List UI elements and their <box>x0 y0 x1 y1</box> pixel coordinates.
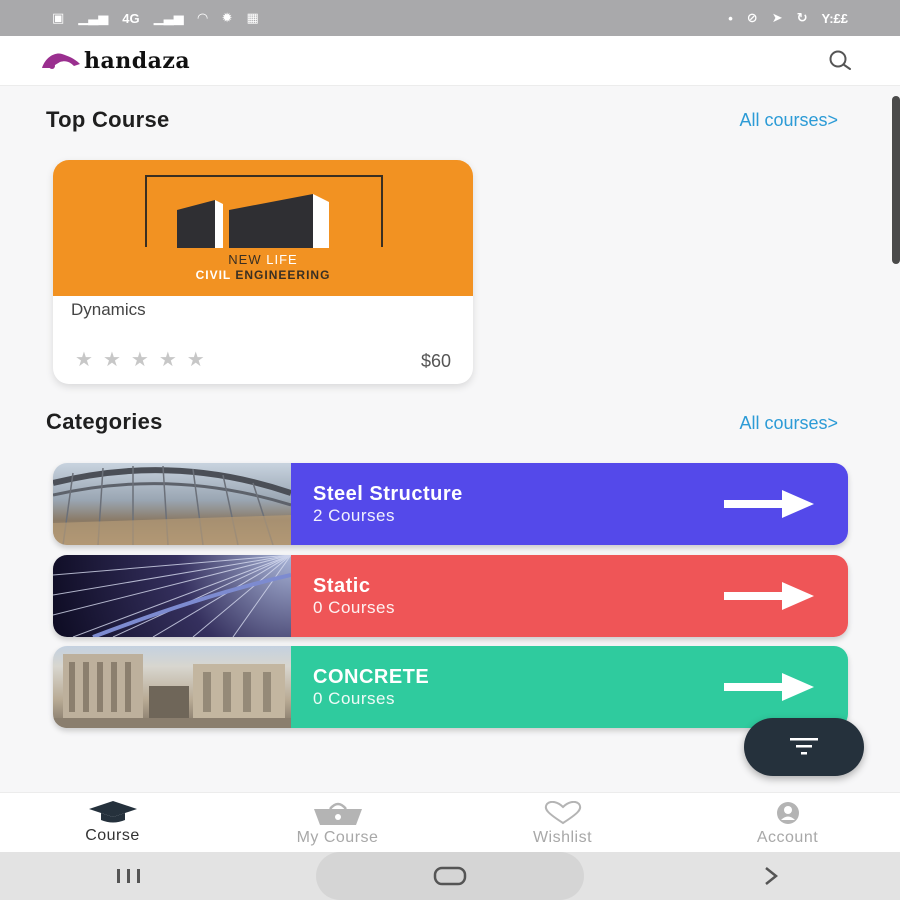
course-card[interactable]: NEW LIFE CIVIL ENGINEERING Dynamics ★ ★ … <box>53 160 473 384</box>
settings-icon: ✹ <box>221 10 233 25</box>
category-count: 0 Courses <box>313 598 395 617</box>
category-count: 0 Courses <box>313 689 395 708</box>
telegram-icon: ➤ <box>771 10 783 25</box>
top-course-title: Top Course <box>46 107 170 132</box>
category-concrete[interactable]: CONCRETE 0 Courses <box>53 646 848 728</box>
signal-icon: ▁▃▅ <box>78 10 109 25</box>
category-count: 2 Courses <box>313 506 395 525</box>
top-course-all-link[interactable]: All courses> <box>739 110 838 131</box>
category-image <box>53 555 291 637</box>
recents-button[interactable] <box>59 856 199 896</box>
wifi-icon: ◠ <box>197 10 208 25</box>
nav-label: Account <box>756 829 819 846</box>
heart-icon <box>544 801 581 825</box>
category-steel-structure[interactable]: Steel Structure 2 Courses <box>53 463 848 545</box>
app-logo[interactable]: handaza <box>40 48 190 74</box>
course-rating: ★ ★ ★ ★ ★ <box>75 350 205 370</box>
thumbnail-line-2: CIVIL ENGINEERING <box>195 268 331 282</box>
star-icon: ★ <box>158 349 177 371</box>
concrete-image <box>53 654 291 728</box>
status-left-icons: ▣ ▁▃▅ 4G ▁▃▅ ◠ ✹ ▦ <box>52 10 259 26</box>
recents-icon <box>116 869 140 883</box>
nav-my-course[interactable]: My Course <box>225 793 450 852</box>
bottom-navigation: Course My Course Wishlist Account <box>0 792 900 852</box>
course-thumbnail: NEW LIFE CIVIL ENGINEERING <box>53 160 473 296</box>
filter-icon <box>790 738 818 755</box>
thumbnail-line-1: NEW LIFE <box>228 252 298 267</box>
nav-label: Wishlist <box>532 829 593 846</box>
course-name: Dynamics <box>71 300 146 319</box>
category-info: CONCRETE 0 Courses <box>291 646 848 728</box>
nav-label: Course <box>85 827 140 844</box>
signal-icon: ▁▃▅ <box>153 10 184 25</box>
category-info: Steel Structure 2 Courses <box>291 463 848 545</box>
star-icon: ★ <box>75 349 93 371</box>
arrow-right-icon <box>724 673 814 701</box>
filter-button[interactable] <box>744 718 864 776</box>
logo-hat-icon <box>42 53 80 69</box>
back-icon <box>765 867 779 885</box>
shopping-basket-icon <box>313 802 362 825</box>
category-static[interactable]: Static 0 Courses <box>53 555 848 637</box>
category-image <box>53 646 291 728</box>
system-navigation-bar <box>0 852 900 900</box>
search-button[interactable] <box>820 41 860 81</box>
nav-course[interactable]: Course <box>0 793 225 852</box>
dot-icon: • <box>728 10 733 26</box>
star-icon: ★ <box>102 349 121 371</box>
star-icon: ★ <box>186 349 205 371</box>
scrollbar[interactable] <box>892 96 900 264</box>
category-info: Static 0 Courses <box>291 555 848 637</box>
home-icon <box>433 866 467 886</box>
category-name: Static <box>313 575 371 597</box>
category-name: Steel Structure <box>313 483 463 505</box>
mute-icon: ⊘ <box>746 10 758 25</box>
arrow-right-icon <box>724 490 814 518</box>
course-price: $60 <box>420 351 451 371</box>
back-button[interactable] <box>701 856 841 896</box>
status-right-icons: • ⊘ ➤ ↻ Y:££ <box>728 10 848 26</box>
graduation-cap-icon <box>88 801 137 823</box>
nav-wishlist[interactable]: Wishlist <box>450 793 675 852</box>
logo-text: handaza <box>84 47 191 74</box>
calendar-icon: ▦ <box>246 10 259 25</box>
status-bar: ▣ ▁▃▅ 4G ▁▃▅ ◠ ✹ ▦ • ⊘ ➤ ↻ Y:££ <box>0 0 900 36</box>
buildings-graphic <box>177 194 329 248</box>
static-image <box>53 555 291 637</box>
steel-structure-image <box>53 465 291 545</box>
network-4g-icon: 4G <box>122 10 140 26</box>
nav-account[interactable]: Account <box>675 793 900 852</box>
search-icon <box>829 50 851 70</box>
categories-all-link[interactable]: All courses> <box>739 413 838 434</box>
notification-icon: ▣ <box>52 10 65 25</box>
home-button[interactable] <box>315 852 584 900</box>
status-time: Y:££ <box>821 10 849 26</box>
nav-label: My Course <box>296 829 379 846</box>
arrow-right-icon <box>724 582 814 610</box>
categories-title: Categories <box>46 409 163 434</box>
star-icon: ★ <box>130 349 149 371</box>
category-name: CONCRETE <box>313 666 430 688</box>
user-icon <box>776 802 799 824</box>
app-header: handaza <box>0 36 900 86</box>
category-image <box>53 463 291 545</box>
sync-icon: ↻ <box>796 10 808 25</box>
